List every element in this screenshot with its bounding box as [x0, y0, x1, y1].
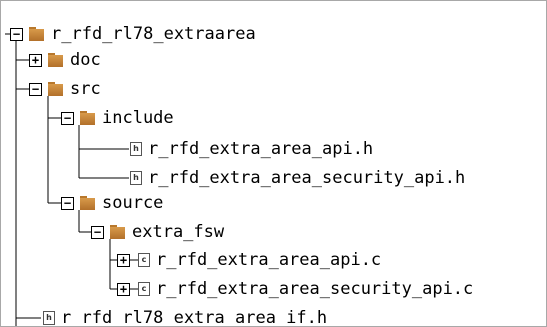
header-file-icon: h	[130, 142, 142, 156]
header-file-icon: h	[130, 171, 142, 185]
expand-toggle[interactable]: +	[29, 53, 42, 67]
collapse-toggle[interactable]: −	[61, 196, 74, 210]
folder-icon	[80, 111, 96, 125]
tree-node-source[interactable]: − source	[61, 190, 163, 216]
tree-node-api-c[interactable]: + c r_rfd_extra_area_api.c	[117, 247, 381, 273]
c-file-icon: c	[138, 253, 150, 267]
tree-node-doc[interactable]: + doc	[29, 47, 101, 73]
tree-node-label: doc	[70, 50, 101, 70]
tree-node-label: r_rfd_rl78_extraarea	[51, 24, 256, 44]
tree-node-label: r_rfd_extra_area_api.h	[148, 139, 374, 159]
file-tree: − r_rfd_rl78_extraarea + doc − src − inc…	[0, 0, 547, 327]
expand-toggle[interactable]: +	[117, 253, 130, 267]
tree-node-label: source	[102, 193, 164, 213]
folder-icon	[48, 82, 64, 96]
tree-node-label: extra_fsw	[132, 222, 225, 242]
folder-icon	[48, 53, 64, 67]
tree-node-include-security-api-h[interactable]: h r_rfd_extra_area_security_api.h	[130, 165, 465, 191]
header-file-icon: h	[43, 311, 55, 325]
folder-icon	[110, 225, 126, 239]
tree-node-label: include	[102, 108, 174, 128]
tree-node-label: src	[70, 79, 101, 99]
tree-node-extra-fsw[interactable]: − extra_fsw	[91, 219, 224, 245]
tree-node-root[interactable]: − r_rfd_rl78_extraarea	[10, 21, 256, 47]
tree-node-label: r_rfd_extra_area_security_api.c	[156, 279, 474, 299]
c-file-icon: c	[138, 282, 150, 296]
expand-toggle[interactable]: +	[117, 282, 130, 296]
tree-node-label: r_rfd_rl78_extra_area_if.h	[61, 308, 328, 327]
tree-node-label: r_rfd_extra_area_api.c	[156, 250, 382, 270]
collapse-toggle[interactable]: −	[91, 225, 104, 239]
tree-node-security-api-c[interactable]: + c r_rfd_extra_area_security_api.c	[117, 276, 473, 302]
tree-node-src[interactable]: − src	[29, 76, 101, 102]
folder-icon	[29, 27, 45, 41]
collapse-toggle[interactable]: −	[61, 111, 74, 125]
tree-node-if-h[interactable]: h r_rfd_rl78_extra_area_if.h	[43, 305, 328, 327]
folder-icon	[80, 196, 96, 210]
collapse-toggle[interactable]: −	[10, 27, 23, 41]
tree-node-label: r_rfd_extra_area_security_api.h	[148, 168, 466, 188]
collapse-toggle[interactable]: −	[29, 82, 42, 96]
tree-node-include[interactable]: − include	[61, 105, 174, 131]
tree-node-include-api-h[interactable]: h r_rfd_extra_area_api.h	[130, 136, 373, 162]
